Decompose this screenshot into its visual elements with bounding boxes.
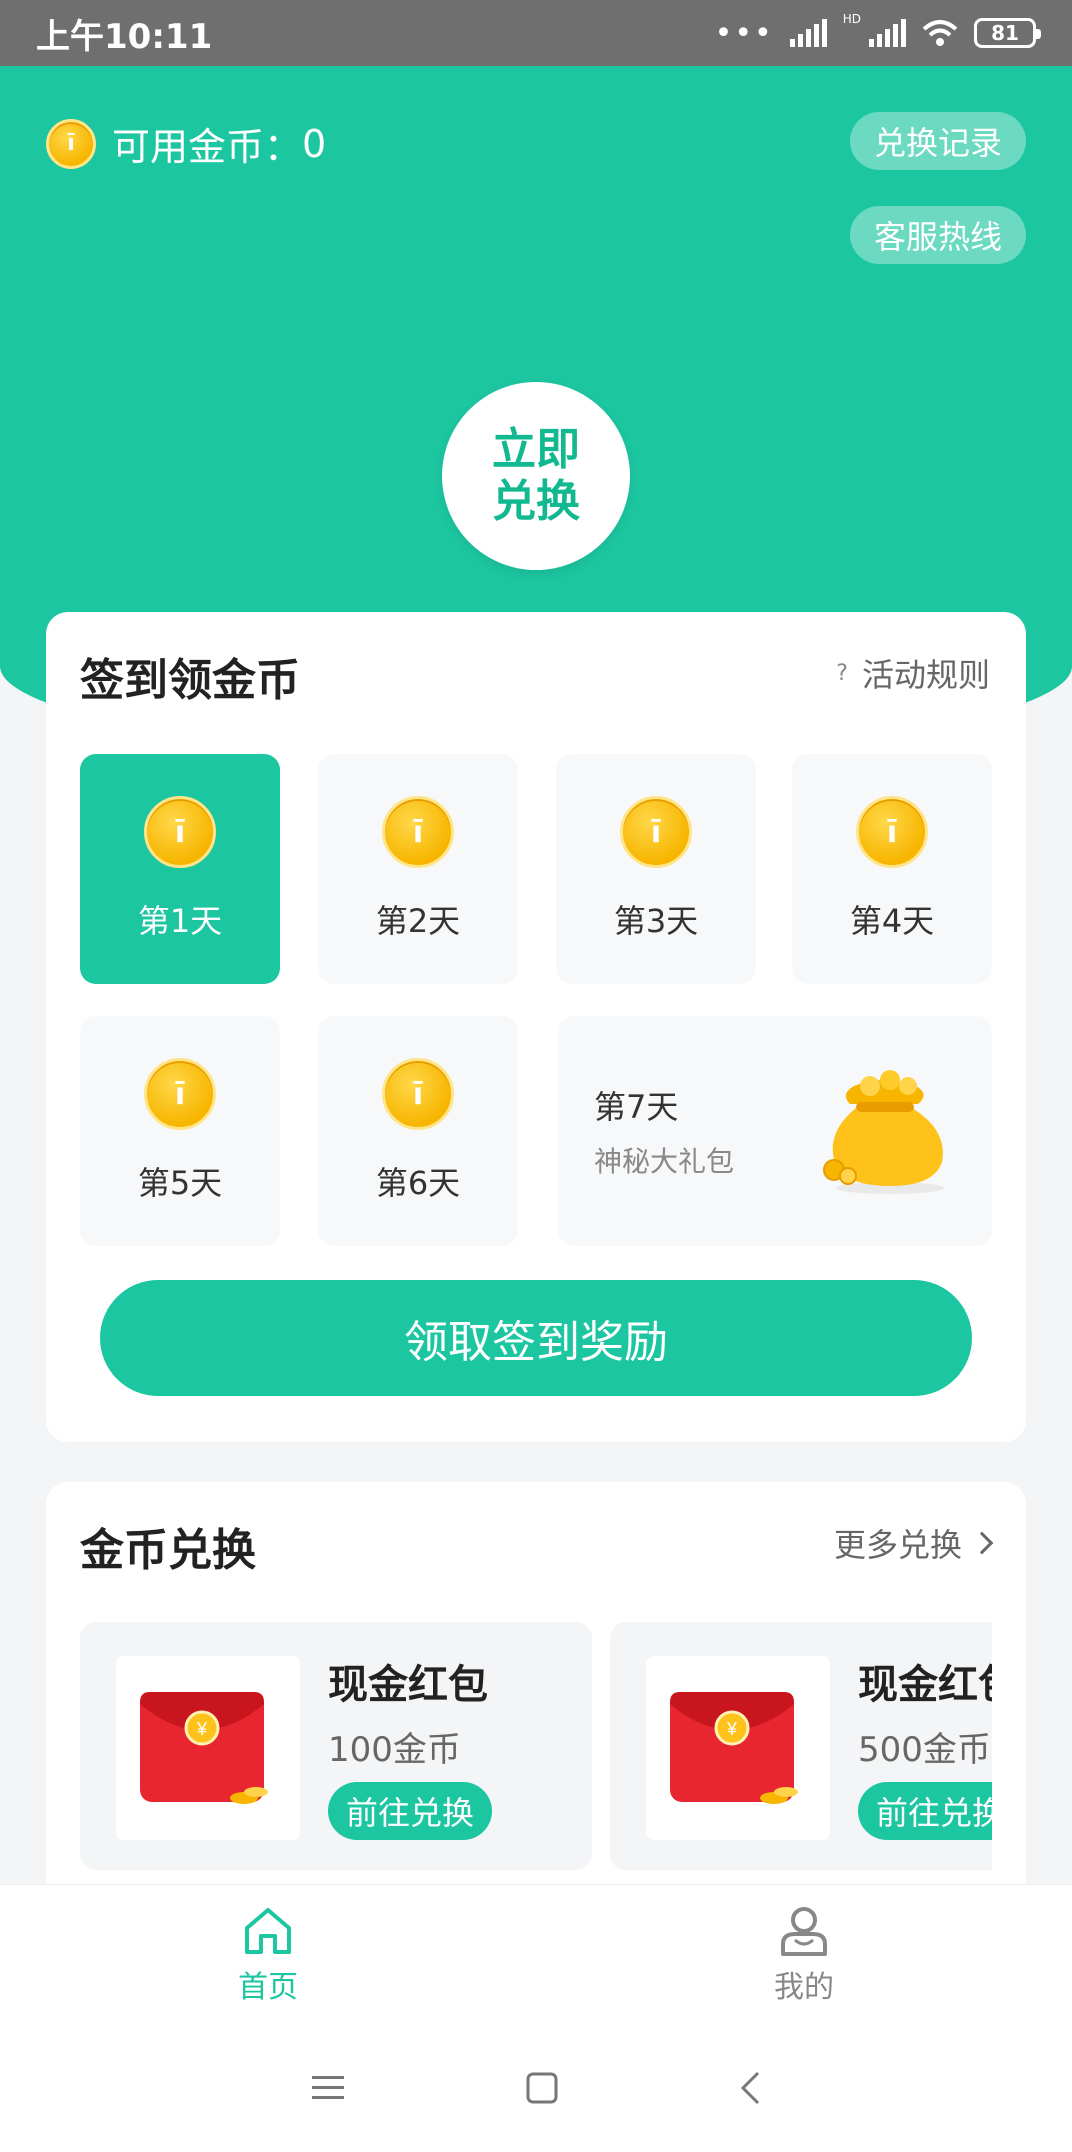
battery-icon: 81 — [974, 18, 1041, 48]
tab-home[interactable]: 首页 — [0, 1885, 536, 2024]
product-image: ¥ — [646, 1656, 830, 1840]
go-exchange-button[interactable]: 前往兑换 — [328, 1782, 493, 1840]
coin-icon: ī — [382, 796, 454, 868]
product-image: ¥ — [116, 1656, 300, 1840]
coin-icon: ī — [856, 796, 928, 868]
bottom-tab-bar: 首页 我的 — [0, 1884, 1072, 2024]
hd-icon: HD — [842, 12, 861, 26]
exchange-title: 金币兑换 — [80, 1525, 256, 1576]
day-label: 第3天 — [613, 902, 699, 940]
coin-icon: ī — [46, 118, 96, 169]
status-time: 上午10:11 — [36, 16, 213, 57]
signin-day-5[interactable]: ī 第5天 — [80, 1016, 280, 1246]
rules-label: 活动规则 — [861, 656, 990, 694]
go-exchange-button[interactable]: 前往兑换 — [858, 1782, 992, 1840]
more-dots-icon: ••• — [714, 15, 774, 51]
red-packet-icon: ¥ — [140, 1692, 268, 1804]
svg-text:¥: ¥ — [196, 1719, 208, 1739]
coin-balance: ī 可用金币： 0 — [46, 116, 326, 171]
home-icon — [245, 1907, 291, 1954]
more-exchange-link[interactable]: 更多兑换 — [833, 1520, 994, 1566]
home-square-icon[interactable] — [525, 2071, 559, 2105]
exchange-records-button[interactable]: 兑换记录 — [849, 112, 1026, 170]
day-label: 第1天 — [137, 902, 223, 940]
balance-value: 0 — [302, 121, 327, 166]
more-exchange-label: 更多兑换 — [833, 1526, 962, 1564]
back-icon[interactable] — [738, 2070, 762, 2106]
status-bar: 上午10:11 ••• HD 81 — [0, 0, 1072, 66]
customer-service-button[interactable]: 客服热线 — [849, 206, 1026, 264]
chevron-right-icon — [970, 1531, 994, 1555]
tab-mine-label: 我的 — [774, 1969, 834, 2005]
coin-icon: ī — [620, 796, 692, 868]
signin-card: 签到领金币 ? 活动规则 ī 第1天 ī 第2天 ī 第3天 ī 第4天 ī 第… — [46, 612, 1026, 1442]
signin-day-3[interactable]: ī 第3天 — [556, 754, 756, 984]
svg-text:¥: ¥ — [726, 1719, 738, 1739]
product-name: 现金红包 — [328, 1662, 488, 1708]
signal-2-icon — [869, 19, 906, 47]
coin-exchange-card: 金币兑换 更多兑换 ¥ 现金红包 100金币 前往兑换 ¥ 现金红 500金币 … — [46, 1482, 1026, 1902]
coin-icon: ī — [144, 1058, 216, 1130]
signin-day-7[interactable]: 第7天 神秘大礼包 — [558, 1016, 992, 1246]
tab-home-label: 首页 — [238, 1969, 298, 2005]
product-price: 500金币 — [858, 1730, 991, 1770]
coin-icon: ī — [382, 1058, 454, 1130]
day-label: 第2天 — [375, 902, 461, 940]
activity-rules-link[interactable]: ? 活动规则 — [836, 650, 990, 696]
signin-title: 签到领金币 — [80, 655, 300, 706]
product-card[interactable]: ¥ 现金红包 100金币 前往兑换 — [80, 1622, 592, 1870]
signin-day-2[interactable]: ī 第2天 — [318, 754, 518, 984]
exchange-now-button[interactable]: 立即 兑换 — [442, 382, 630, 570]
day-label: 第4天 — [849, 902, 935, 940]
day7-subtitle: 神秘大礼包 — [594, 1145, 735, 1178]
signin-day-6[interactable]: ī 第6天 — [318, 1016, 518, 1246]
question-icon: ? — [836, 660, 848, 686]
signal-icon — [789, 19, 827, 47]
menu-icon[interactable] — [310, 2073, 346, 2103]
product-name: 现金红包 — [858, 1662, 992, 1708]
exchange-now-line1: 立即 — [492, 424, 580, 475]
user-icon — [781, 1906, 827, 1956]
tab-mine[interactable]: 我的 — [536, 1885, 1072, 2024]
signin-day-1[interactable]: ī 第1天 — [80, 754, 280, 984]
product-card[interactable]: ¥ 现金红包 500金币 前往兑换 — [610, 1622, 992, 1870]
exchange-now-line2: 兑换 — [492, 476, 580, 527]
wifi-icon — [922, 20, 958, 46]
day-label: 第5天 — [137, 1164, 223, 1202]
day-label: 第6天 — [375, 1164, 461, 1202]
status-icons: ••• HD 81 — [714, 12, 1041, 51]
balance-label: 可用金币： — [112, 125, 303, 169]
claim-reward-button[interactable]: 领取签到奖励 — [100, 1280, 972, 1396]
gift-bag-icon — [823, 1070, 944, 1194]
product-list[interactable]: ¥ 现金红包 100金币 前往兑换 ¥ 现金红包 — [80, 1622, 992, 1902]
system-nav-bar — [0, 2024, 1072, 2152]
signin-day-4[interactable]: ī 第4天 — [792, 754, 992, 984]
coin-icon: ī — [144, 796, 216, 868]
day7-label: 第7天 — [594, 1088, 679, 1126]
product-price: 100金币 — [328, 1730, 461, 1770]
red-packet-icon: ¥ — [670, 1692, 798, 1804]
